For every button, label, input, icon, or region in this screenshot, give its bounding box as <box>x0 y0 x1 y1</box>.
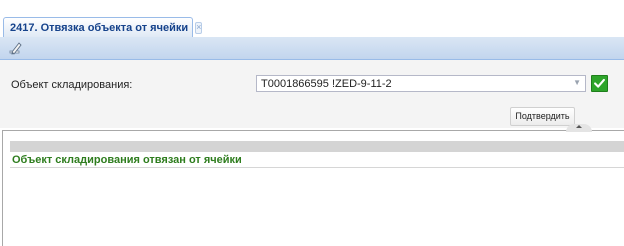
edit-icon[interactable] <box>8 40 24 56</box>
storage-object-combobox[interactable]: T0001866595 !ZED-9-11-2 ▼ <box>256 75 586 92</box>
tab-unbind-object[interactable]: 2417. Отвязка объекта от ячейки × <box>3 17 203 37</box>
storage-object-value: T0001866595 !ZED-9-11-2 <box>261 78 392 90</box>
apply-check-button[interactable] <box>591 75 608 92</box>
collapse-arrow-icon[interactable] <box>576 125 582 128</box>
toolbar <box>0 37 624 60</box>
storage-object-label: Объект складирования: <box>11 79 133 91</box>
table-row: Объект складирования отвязан от ячейки <box>10 153 624 168</box>
result-grid-header <box>10 141 624 152</box>
result-message: Объект складирования отвязан от ячейки <box>12 154 242 166</box>
dropdown-arrow-icon[interactable]: ▼ <box>573 78 581 87</box>
tab-title: 2417. Отвязка объекта от ячейки <box>10 21 189 34</box>
checkmark-icon <box>594 78 605 88</box>
tab-close-icon[interactable]: × <box>195 21 203 34</box>
tab-bar: 2417. Отвязка объекта от ячейки × <box>0 17 624 38</box>
result-panel: Объект складирования отвязан от ячейки <box>2 130 624 246</box>
form-area: Объект складирования: T0001866595 !ZED-9… <box>0 60 624 128</box>
confirm-button[interactable]: Подтвердить <box>510 107 575 126</box>
